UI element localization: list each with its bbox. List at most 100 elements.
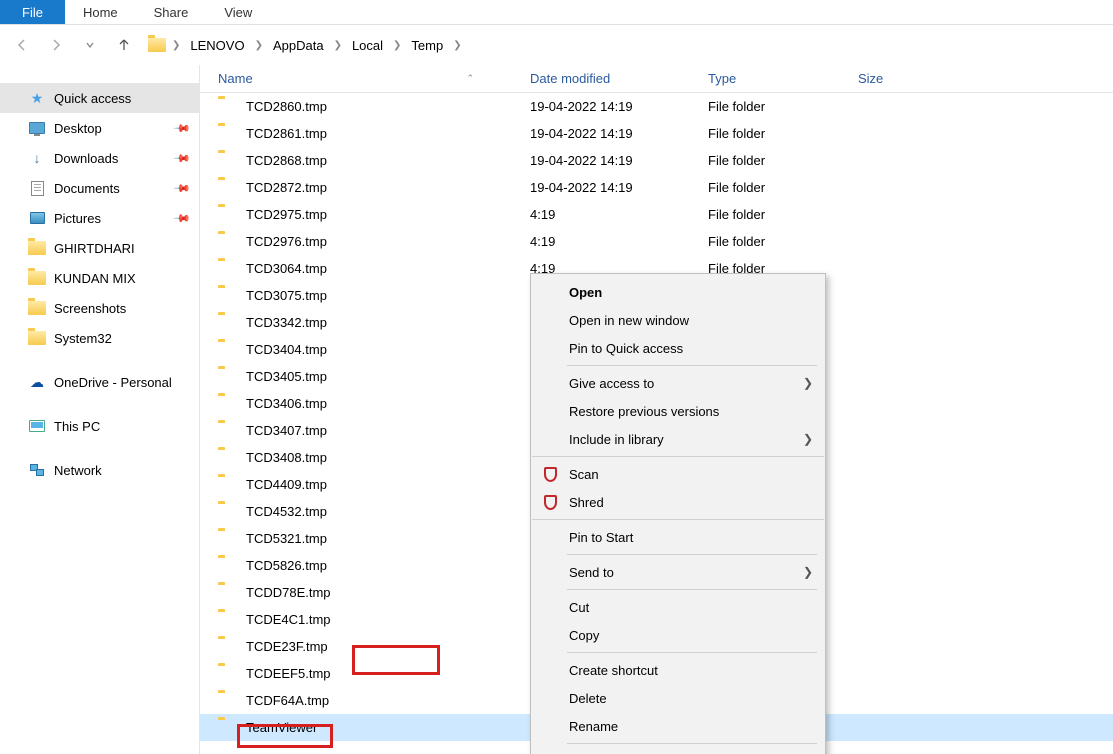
chevron-right-icon: ❯: [449, 40, 465, 51]
folder-icon: [218, 126, 238, 142]
sidebar-label: KUNDAN MIX: [54, 271, 136, 286]
file-date: 4:19: [530, 207, 708, 222]
breadcrumb-item[interactable]: AppData: [269, 36, 328, 55]
menu-send-to[interactable]: Send to❯: [531, 558, 825, 586]
file-name: TCD2861.tmp: [246, 126, 530, 141]
menu-give-access-to[interactable]: Give access to❯: [531, 369, 825, 397]
breadcrumb[interactable]: ❯ LENOVO ❯ AppData ❯ Local ❯ Temp ❯: [144, 31, 1105, 59]
file-date: 19-04-2022 14:19: [530, 99, 708, 114]
menu-open-new-window[interactable]: Open in new window: [531, 306, 825, 334]
file-type: File folder: [708, 126, 858, 141]
folder-icon: [218, 666, 238, 682]
column-date[interactable]: Date modified: [530, 71, 708, 86]
sidebar-item-documents[interactable]: Documents 📌: [0, 173, 199, 203]
sidebar-item-onedrive[interactable]: ☁ OneDrive - Personal: [0, 367, 199, 397]
sidebar-label: This PC: [54, 419, 100, 434]
menu-pin-to-start[interactable]: Pin to Start: [531, 523, 825, 551]
pin-icon: 📌: [173, 149, 192, 168]
file-name: TCD4409.tmp: [246, 477, 530, 492]
menu-cut[interactable]: Cut: [531, 593, 825, 621]
sidebar-item-downloads[interactable]: ↓ Downloads 📌: [0, 143, 199, 173]
sidebar-item-desktop[interactable]: Desktop 📌: [0, 113, 199, 143]
sidebar-item-folder[interactable]: System32: [0, 323, 199, 353]
sidebar-label: Screenshots: [54, 301, 126, 316]
folder-icon: [218, 99, 238, 115]
menu-copy[interactable]: Copy: [531, 621, 825, 649]
menu-delete[interactable]: Delete: [531, 684, 825, 712]
breadcrumb-item[interactable]: Temp: [407, 36, 447, 55]
folder-icon: [148, 38, 166, 52]
folder-icon: [218, 450, 238, 466]
menu-restore-previous[interactable]: Restore previous versions: [531, 397, 825, 425]
folder-icon: [218, 558, 238, 574]
context-menu: Open Open in new window Pin to Quick acc…: [530, 273, 826, 754]
menu-shred[interactable]: Shred: [531, 488, 825, 516]
file-name: TCD2868.tmp: [246, 153, 530, 168]
shield-icon: [541, 493, 559, 511]
file-type: File folder: [708, 234, 858, 249]
column-name[interactable]: Name ⌃: [218, 71, 530, 86]
menu-properties[interactable]: Properties: [531, 747, 825, 754]
menu-create-shortcut[interactable]: Create shortcut: [531, 656, 825, 684]
file-row[interactable]: TCD2872.tmp19-04-2022 14:19File folder: [200, 174, 1113, 201]
folder-icon: [218, 342, 238, 358]
share-tab[interactable]: Share: [136, 0, 207, 24]
folder-icon: [218, 639, 238, 655]
sidebar-item-network[interactable]: Network: [0, 455, 199, 485]
sidebar-item-this-pc[interactable]: This PC: [0, 411, 199, 441]
file-name: TCD2872.tmp: [246, 180, 530, 195]
folder-icon: [218, 315, 238, 331]
sidebar-item-folder[interactable]: Screenshots: [0, 293, 199, 323]
sidebar-label: GHIRTDHARI: [54, 241, 135, 256]
sidebar-item-folder[interactable]: GHIRTDHARI: [0, 233, 199, 263]
pc-icon: [28, 418, 46, 434]
file-type: File folder: [708, 180, 858, 195]
chevron-right-icon: ❯: [168, 40, 184, 51]
file-row[interactable]: TCD2868.tmp19-04-2022 14:19File folder: [200, 147, 1113, 174]
file-name: TCD3075.tmp: [246, 288, 530, 303]
file-date: 19-04-2022 14:19: [530, 153, 708, 168]
menu-scan[interactable]: Scan: [531, 460, 825, 488]
menu-label: Scan: [569, 467, 599, 482]
up-button[interactable]: [110, 31, 138, 59]
menu-separator: [532, 456, 824, 457]
menu-open[interactable]: Open: [531, 278, 825, 306]
recent-dropdown[interactable]: [76, 31, 104, 59]
menu-label: Give access to: [569, 376, 654, 391]
back-button[interactable]: [8, 31, 36, 59]
home-tab[interactable]: Home: [65, 0, 136, 24]
file-row[interactable]: TCD2861.tmp19-04-2022 14:19File folder: [200, 120, 1113, 147]
breadcrumb-item[interactable]: LENOVO: [186, 36, 248, 55]
file-name: TCD4532.tmp: [246, 504, 530, 519]
sidebar-item-folder[interactable]: KUNDAN MIX: [0, 263, 199, 293]
file-tab[interactable]: File: [0, 0, 65, 24]
menu-label: Send to: [569, 565, 614, 580]
file-name: TCD5321.tmp: [246, 531, 530, 546]
file-row[interactable]: TCD2860.tmp19-04-2022 14:19File folder: [200, 93, 1113, 120]
menu-rename[interactable]: Rename: [531, 712, 825, 740]
sidebar-item-pictures[interactable]: Pictures 📌: [0, 203, 199, 233]
file-row[interactable]: TCD2976.tmp4:19File folder: [200, 228, 1113, 255]
file-name: TCD3408.tmp: [246, 450, 530, 465]
folder-icon: [218, 531, 238, 547]
menu-include-in-library[interactable]: Include in library❯: [531, 425, 825, 453]
file-row[interactable]: TCD2975.tmp4:19File folder: [200, 201, 1113, 228]
file-name: TCD3404.tmp: [246, 342, 530, 357]
forward-button[interactable]: [42, 31, 70, 59]
sidebar-label: Network: [54, 463, 102, 478]
file-name: TCD2976.tmp: [246, 234, 530, 249]
file-name: TeamViewer: [246, 720, 530, 735]
quick-access[interactable]: ★ Quick access: [0, 83, 199, 113]
sidebar-label: OneDrive - Personal: [54, 375, 172, 390]
file-name: TCDEEF5.tmp: [246, 666, 530, 681]
menu-pin-quick-access[interactable]: Pin to Quick access: [531, 334, 825, 362]
file-name: TCDD78E.tmp: [246, 585, 530, 600]
folder-icon: [218, 585, 238, 601]
folder-icon: [218, 153, 238, 169]
column-size[interactable]: Size: [858, 71, 958, 86]
view-tab[interactable]: View: [206, 0, 270, 24]
file-name: TCD3064.tmp: [246, 261, 530, 276]
file-date: 19-04-2022 14:19: [530, 126, 708, 141]
breadcrumb-item[interactable]: Local: [348, 36, 387, 55]
column-type[interactable]: Type: [708, 71, 858, 86]
